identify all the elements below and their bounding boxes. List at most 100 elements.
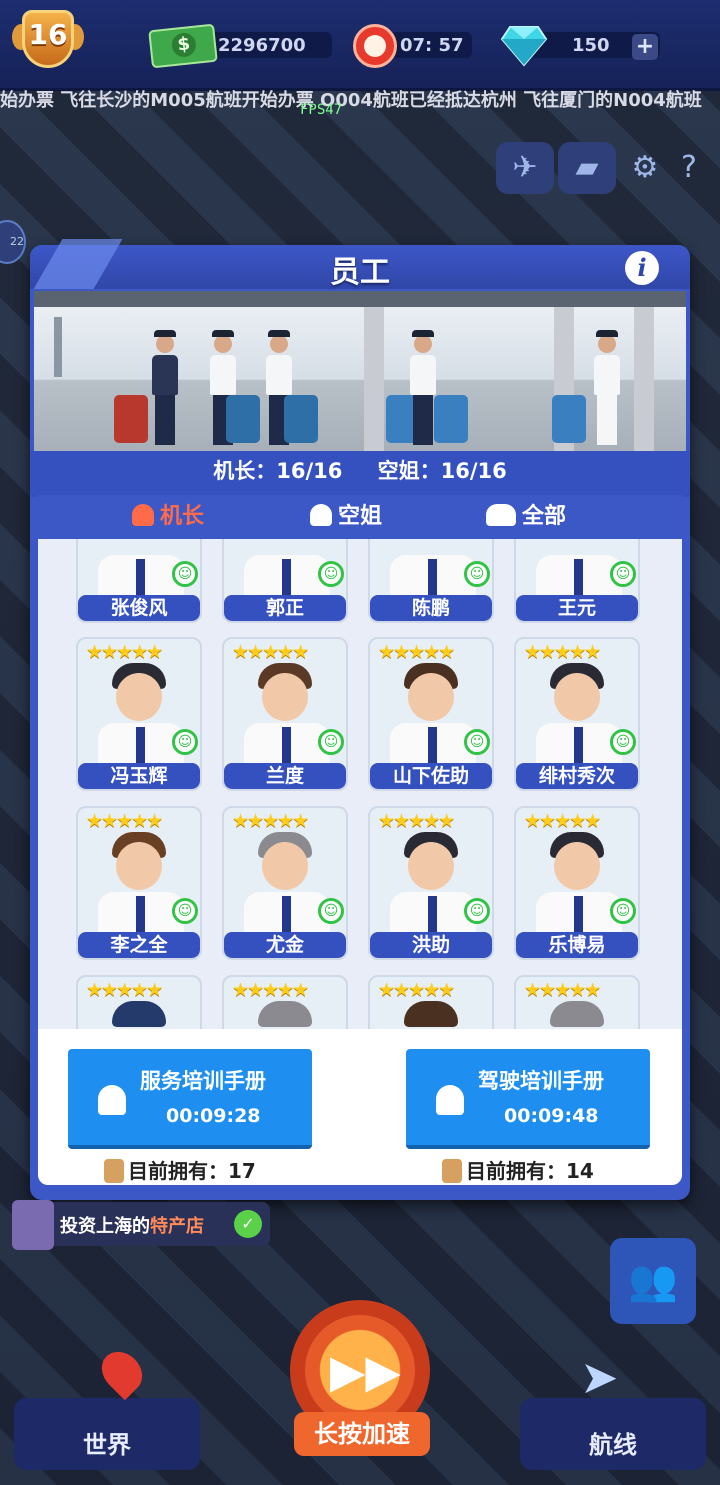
staff-name: 郭正: [224, 595, 346, 621]
rating-stars: ★★★★★: [86, 641, 163, 663]
pilot-manual-timer: 00:09:48: [504, 1105, 599, 1127]
cash-icon: $: [148, 23, 218, 69]
question-icon: ?: [681, 150, 697, 185]
captain-icon: [436, 1085, 464, 1115]
staff-card[interactable]: ☺ 张俊风: [76, 539, 202, 623]
happy-face-icon: ☺: [464, 729, 490, 755]
rating-stars: ★★★★★: [524, 810, 601, 832]
gear-icon: ⚙: [631, 150, 659, 185]
staff-card[interactable]: ★★★★★ ☺ 乐博易: [514, 806, 640, 960]
staff-card[interactable]: ★★★★★ ☺ 绯村秀次: [514, 637, 640, 791]
quest-banner[interactable]: 投资上海的特产店 ✓: [12, 1200, 270, 1250]
level-number: 16: [28, 18, 68, 51]
happy-face-icon: ☺: [464, 898, 490, 924]
staff-card[interactable]: ★★★★★ ☺ 兰度: [222, 637, 348, 791]
staff-name: 洪助: [370, 932, 492, 958]
happy-face-icon: ☺: [318, 729, 344, 755]
staff-card[interactable]: ★★★★★ ☺ 冯玉辉: [76, 637, 202, 791]
staff-card[interactable]: ★★★★★ ☺ 李之全: [76, 806, 202, 960]
fast-forward-icon: ▶▶: [330, 1344, 401, 1398]
news-ticker: 始办票 飞往长沙的M005航班开始办票 O004航班已经抵达杭州 飞往厦门的N0…: [0, 90, 702, 111]
captain-count: 机长：16/16: [213, 459, 343, 483]
crew-banner-image: [34, 291, 686, 451]
staff-tabs: 机长 空姐 全部: [38, 495, 682, 539]
staff-grid[interactable]: ☺ 张俊风 ☺ 郭正 ☺ 陈鹏 ☺ 王元 ★★★★★ ☺ 冯玉辉 ★★★★★ ☺…: [38, 539, 682, 1029]
control-tower: [54, 317, 62, 377]
tab-captains[interactable]: 机长: [132, 501, 204, 533]
rating-stars: ★★★★★: [86, 810, 163, 832]
manual-icon: [104, 1159, 124, 1183]
attendant-icon: [310, 504, 332, 526]
staff-name: 兰度: [224, 763, 346, 789]
alarm-clock-icon: [353, 24, 397, 68]
cash-amount: 2296700: [218, 35, 306, 56]
book-icon: ▰: [575, 150, 599, 185]
tab-attendants[interactable]: 空姐: [310, 501, 382, 533]
staff-card[interactable]: ☺ 陈鹏: [368, 539, 494, 623]
happy-face-icon: ☺: [610, 561, 636, 587]
staff-card[interactable]: ★★★★★: [368, 975, 494, 1029]
info-button[interactable]: i: [625, 251, 659, 285]
attendant-icon: [98, 1085, 126, 1115]
staff-dialog: 员工 i 机长：16/16 空姐：16/16 机长 空姐 全部 ☺ 张俊风 ☺ …: [30, 239, 690, 1200]
rating-stars: ★★★★★: [232, 810, 309, 832]
level-badge[interactable]: 16: [12, 10, 84, 72]
happy-face-icon: ☺: [610, 729, 636, 755]
rating-stars: ★★★★★: [232, 979, 309, 1001]
rating-stars: ★★★★★: [378, 979, 455, 1001]
happy-face-icon: ☺: [610, 898, 636, 924]
checklist-icon: [12, 1200, 54, 1250]
staff-name: 尤金: [224, 932, 346, 958]
rating-stars: ★★★★★: [378, 641, 455, 663]
staff-panel: 机长 空姐 全部 ☺ 张俊风 ☺ 郭正 ☺ 陈鹏 ☺ 王元 ★★★★★ ☺ 冯玉…: [38, 495, 682, 1185]
happy-face-icon: ☺: [318, 561, 344, 587]
flights-button[interactable]: ✈: [496, 142, 554, 194]
staff-name: 李之全: [78, 932, 200, 958]
help-button[interactable]: ?: [664, 142, 714, 194]
staff-card[interactable]: ★★★★★: [222, 975, 348, 1029]
manual-icon: [442, 1159, 462, 1183]
tab-all[interactable]: 全部: [486, 501, 566, 533]
airplane-icon: ✈: [512, 150, 538, 185]
group-icon: [486, 504, 516, 526]
pilot-manual-owned: 目前拥有：14: [442, 1155, 594, 1184]
quest-text: 投资上海的特产店: [60, 1216, 204, 1237]
staff-name: 绯村秀次: [516, 763, 638, 789]
rating-stars: ★★★★★: [524, 641, 601, 663]
service-training-button[interactable]: 服务培训手册 00:09:28: [68, 1049, 312, 1149]
staff-name: 冯玉辉: [78, 763, 200, 789]
happy-face-icon: ☺: [318, 898, 344, 924]
pilot-training-button[interactable]: 驾驶培训手册 00:09:48: [406, 1049, 650, 1149]
staff-card[interactable]: ☺ 郭正: [222, 539, 348, 623]
staff-card[interactable]: ★★★★★: [514, 975, 640, 1029]
staff-name: 乐博易: [516, 932, 638, 958]
staff-card[interactable]: ★★★★★ ☺ 洪助: [368, 806, 494, 960]
top-resource-bar: 16 $ 2296700 07: 57 150 +: [0, 0, 720, 91]
staff-card[interactable]: ★★★★★ ☺ 尤金: [222, 806, 348, 960]
service-manual-title: 服务培训手册: [140, 1069, 266, 1093]
captain-icon: [132, 504, 154, 526]
rating-stars: ★★★★★: [232, 641, 309, 663]
add-gems-button[interactable]: +: [632, 34, 658, 60]
staff-name: 张俊风: [78, 595, 200, 621]
rating-stars: ★★★★★: [86, 979, 163, 1001]
rating-stars: ★★★★★: [524, 979, 601, 1001]
happy-face-icon: ☺: [172, 898, 198, 924]
dialog-header: 员工 i: [30, 239, 690, 290]
staff-name: 王元: [516, 595, 638, 621]
happy-face-icon: ☺: [464, 561, 490, 587]
happy-face-icon: ☺: [172, 561, 198, 587]
staff-card[interactable]: ★★★★★ ☺ 山下佐助: [368, 637, 494, 791]
staff-card[interactable]: ☺ 王元: [514, 539, 640, 623]
dialog-title: 员工: [330, 255, 390, 290]
staff-button[interactable]: 👥: [610, 1238, 696, 1324]
staff-card[interactable]: ★★★★★: [76, 975, 202, 1029]
fps-counter: FPS47: [300, 102, 343, 118]
world-button[interactable]: 世界: [14, 1343, 200, 1470]
paper-plane-icon: ➤: [580, 1350, 619, 1404]
attendant-count: 空姐：16/16: [377, 459, 507, 483]
speed-up-label[interactable]: 长按加速: [294, 1412, 430, 1456]
staff-name: 山下佐助: [370, 763, 492, 789]
book-button[interactable]: ▰: [558, 142, 616, 194]
diamond-icon: [500, 26, 548, 67]
